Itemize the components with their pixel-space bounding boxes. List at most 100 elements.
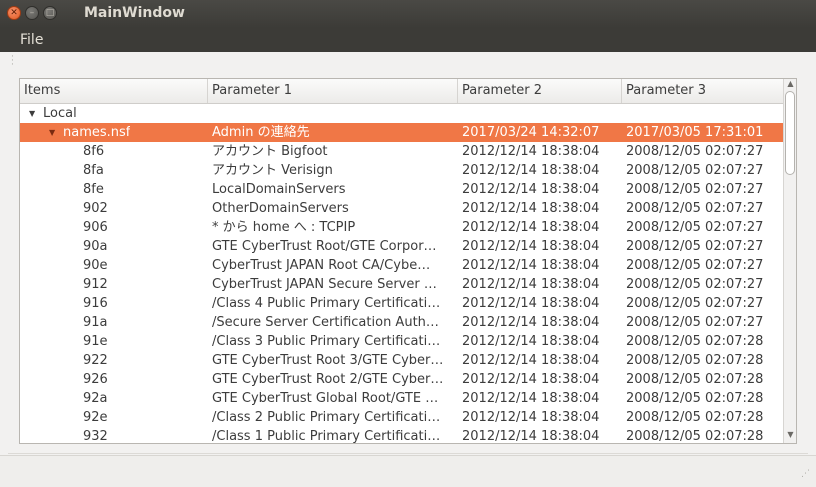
title-bar: ✕ – □ MainWindow: [0, 0, 816, 28]
scroll-down-icon[interactable]: ▼: [785, 430, 796, 439]
table-row[interactable]: 8f6 アカウント Bigfoot 2012/12/14 18:38:04 2008/…: [20, 142, 783, 161]
tree-item-label: 91a: [83, 315, 108, 330]
tree-item-label: 916: [83, 296, 108, 311]
tree-cell-parameter-2: 2012/12/14 18:38:04: [462, 220, 600, 235]
column-header-parameter-2[interactable]: Parameter 2: [458, 79, 622, 103]
table-row[interactable]: 906 * から home へ : TCPIP 2012/12/14 18:38:0…: [20, 218, 783, 237]
tree-cell-parameter-3: 2008/12/05 02:07:27: [626, 277, 764, 292]
toolbar-grip[interactable]: · · ·: [11, 53, 14, 70]
tree-cell-parameter-1: /Class 3 Public Primary Certificati…: [212, 334, 441, 349]
tree-cell-parameter-3: 2008/12/05 02:07:28: [626, 429, 764, 444]
table-row[interactable]: 916/Class 4 Public Primary Certificati… 2…: [20, 294, 783, 313]
tree-item-label: names.nsf: [63, 125, 131, 140]
tree-cell-parameter-2: 2017/03/24 14:32:07: [462, 125, 600, 140]
tree-item-label: 90a: [83, 239, 108, 254]
tree-row-local[interactable]: ▼ Local: [20, 104, 783, 123]
tree-cell-parameter-3: 2008/12/05 02:07:27: [626, 163, 764, 178]
tree-cell-parameter-2: 2012/12/14 18:38:04: [462, 182, 600, 197]
tree-cell-parameter-3: 2008/12/05 02:07:28: [626, 353, 764, 368]
tree-cell-parameter-1: GTE CyberTrust Global Root/GTE …: [212, 391, 439, 406]
column-header-items[interactable]: Items: [20, 79, 208, 103]
tree-row-names-nsf[interactable]: ▼ names.nsf Admin の連絡先 2017/03/24 14:32:…: [20, 123, 783, 142]
minimize-icon[interactable]: –: [25, 6, 39, 20]
tree-item-label: 92a: [83, 391, 108, 406]
table-row[interactable]: 922 GTE CyberTrust Root 3/GTE Cyber… 2012/…: [20, 351, 783, 370]
tree-item-label: Local: [43, 106, 77, 121]
tree-item-label: 90e: [83, 258, 108, 273]
tree-cell-parameter-2: 2012/12/14 18:38:04: [462, 239, 600, 254]
tree-cell-parameter-1: GTE CyberTrust Root 3/GTE Cyber…: [212, 353, 444, 368]
tree-cell-parameter-1: OtherDomainServers: [212, 201, 349, 216]
table-row[interactable]: 90e CyberTrust JAPAN Root CA/Cybe… 2012/12…: [20, 256, 783, 275]
table-row[interactable]: 902 OtherDomainServers 2012/12/14 18:38:04…: [20, 199, 783, 218]
table-row[interactable]: 90a GTE CyberTrust Root/GTE Corpor… 2012/1…: [20, 237, 783, 256]
tree-cell-parameter-2: 2012/12/14 18:38:04: [462, 296, 600, 311]
tree-cell-parameter-1: /Class 4 Public Primary Certificati…: [212, 296, 441, 311]
tree-cell-parameter-1: CyberTrust JAPAN Secure Server …: [212, 277, 437, 292]
vertical-scrollbar[interactable]: ▲ ▼: [783, 79, 796, 443]
tree-cell-parameter-1: GTE CyberTrust Root/GTE Corpor…: [212, 239, 437, 254]
tree-cell-parameter-3: 2008/12/05 02:07:27: [626, 258, 764, 273]
scroll-up-icon[interactable]: ▲: [785, 79, 796, 88]
maximize-icon[interactable]: □: [43, 6, 57, 20]
tree-cell-parameter-1: Admin の連絡先: [212, 125, 310, 140]
tree-cell-parameter-1: /Secure Server Certification Auth…: [212, 315, 439, 330]
table-row[interactable]: 92e/Class 2 Public Primary Certificati… 2…: [20, 408, 783, 427]
column-header-parameter-1[interactable]: Parameter 1: [208, 79, 458, 103]
scrollbar-thumb[interactable]: [785, 91, 795, 175]
table-row[interactable]: 912 CyberTrust JAPAN Secure Server … 2012/…: [20, 275, 783, 294]
tree-cell-parameter-3: 2017/03/05 17:31:01: [626, 125, 764, 140]
tree-item-label: 926: [83, 372, 108, 387]
tree-cell-parameter-1: * から home へ : TCPIP: [212, 220, 356, 235]
tree-cell-parameter-2: 2012/12/14 18:38:04: [462, 277, 600, 292]
tree-cell-parameter-3: 2008/12/05 02:07:28: [626, 334, 764, 349]
table-row[interactable]: 8fa アカウント Verisign 2012/12/14 18:38:04 2008…: [20, 161, 783, 180]
tree-rows: ▼ Local ▼ names.nsf Admin の連絡先 2017/03/2…: [20, 104, 783, 444]
tree-header: Items Parameter 1 Parameter 2 Parameter …: [20, 79, 783, 104]
divider: [8, 453, 808, 454]
tree-cell-parameter-2: 2012/12/14 18:38:04: [462, 372, 600, 387]
menu-file[interactable]: File: [20, 32, 43, 48]
tree-cell-parameter-3: 2008/12/05 02:07:27: [626, 220, 764, 235]
close-icon[interactable]: ✕: [7, 6, 21, 20]
tree-cell-parameter-3: 2008/12/05 02:07:28: [626, 372, 764, 387]
table-row[interactable]: 91a/Secure Server Certification Auth… 201…: [20, 313, 783, 332]
tree-cell-parameter-3: 2008/12/05 02:07:28: [626, 391, 764, 406]
table-row[interactable]: 92a GTE CyberTrust Global Root/GTE … 2012/…: [20, 389, 783, 408]
tree-item-label: 8fe: [83, 182, 104, 197]
status-bar: ⋰: [0, 455, 816, 487]
tree-item-label: 902: [83, 201, 108, 216]
tree-cell-parameter-2: 2012/12/14 18:38:04: [462, 429, 600, 444]
tree-item-label: 932: [83, 429, 108, 444]
tree-cell-parameter-2: 2012/12/14 18:38:04: [462, 258, 600, 273]
tree-cell-parameter-1: GTE CyberTrust Root 2/GTE Cyber…: [212, 372, 444, 387]
menu-bar: File: [0, 28, 816, 52]
tree-cell-parameter-3: 2008/12/05 02:07:27: [626, 182, 764, 197]
tree-cell-parameter-2: 2012/12/14 18:38:04: [462, 201, 600, 216]
tree-item-label: 8fa: [83, 163, 104, 178]
column-header-parameter-3[interactable]: Parameter 3: [622, 79, 783, 103]
resize-grip-icon[interactable]: ⋰: [801, 469, 810, 479]
tree-cell-parameter-2: 2012/12/14 18:38:04: [462, 391, 600, 406]
tree-item-label: 8f6: [83, 144, 105, 159]
tree-item-label: 922: [83, 353, 108, 368]
tree-cell-parameter-2: 2012/12/14 18:38:04: [462, 315, 600, 330]
tree-cell-parameter-1: アカウント Bigfoot: [212, 144, 328, 159]
tree-cell-parameter-3: 2008/12/05 02:07:27: [626, 201, 764, 216]
window-title: MainWindow: [84, 5, 185, 21]
tree-cell-parameter-1: LocalDomainServers: [212, 182, 346, 197]
table-row[interactable]: 91e/Class 3 Public Primary Certificati… 2…: [20, 332, 783, 351]
window-controls: ✕ – □: [7, 6, 57, 20]
tree-cell-parameter-1: /Class 1 Public Primary Certificati…: [212, 429, 441, 444]
tree-cell-parameter-3: 2008/12/05 02:07:27: [626, 296, 764, 311]
tree-cell-parameter-2: 2012/12/14 18:38:04: [462, 334, 600, 349]
table-row[interactable]: 8fe LocalDomainServers 2012/12/14 18:38:04…: [20, 180, 783, 199]
tree-cell-parameter-2: 2012/12/14 18:38:04: [462, 353, 600, 368]
tree-cell-parameter-2: 2012/12/14 18:38:04: [462, 410, 600, 425]
expand-arrow-icon[interactable]: ▼: [29, 104, 35, 123]
tree-item-label: 92e: [83, 410, 108, 425]
table-row[interactable]: 932/Class 1 Public Primary Certificati… 2…: [20, 427, 783, 444]
expand-arrow-icon[interactable]: ▼: [49, 123, 55, 142]
table-row[interactable]: 926 GTE CyberTrust Root 2/GTE Cyber… 2012/…: [20, 370, 783, 389]
tree-view[interactable]: Items Parameter 1 Parameter 2 Parameter …: [19, 78, 797, 444]
